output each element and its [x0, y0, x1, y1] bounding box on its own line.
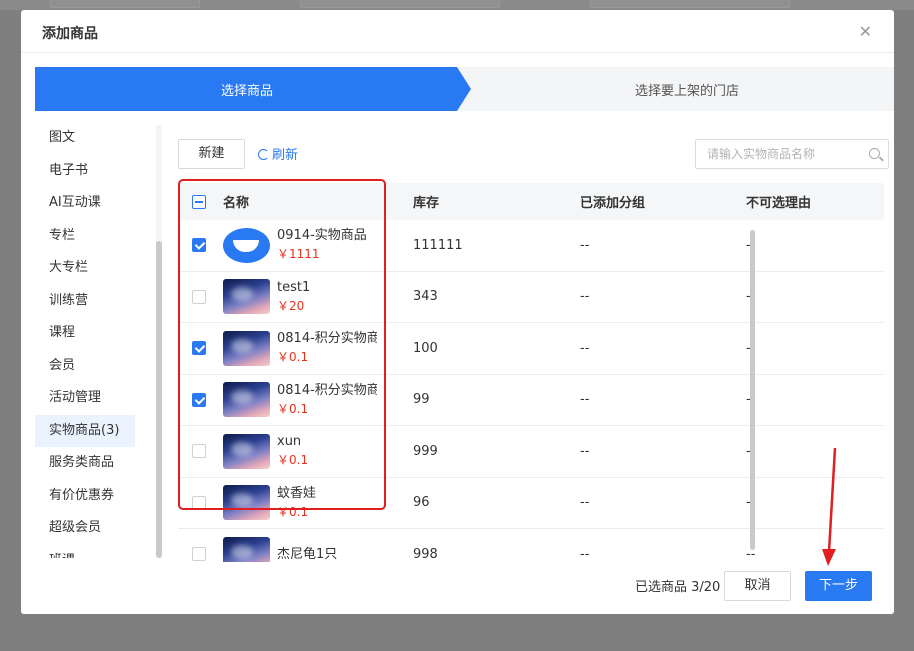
selected-count: 已选商品 3/20 — [635, 580, 721, 595]
dialog-footer: 已选商品 3/20 取消 下一步 — [21, 562, 894, 614]
stock-cell: 999 — [413, 443, 438, 459]
search-input[interactable] — [707, 146, 857, 162]
new-button[interactable]: 新建 — [178, 139, 245, 169]
header-group: 已添加分组 — [580, 196, 646, 211]
step-select-product: 选择商品 — [35, 67, 471, 111]
sidebar-item[interactable]: 班课 — [35, 545, 135, 559]
refresh-icon — [258, 149, 269, 160]
group-cell: -- — [580, 340, 590, 356]
sidebar-item[interactable]: AI互动课 — [35, 187, 135, 220]
step-select-store: 选择要上架的门店 — [635, 84, 740, 99]
group-cell: -- — [580, 546, 590, 562]
stock-cell: 99 — [413, 392, 430, 408]
sidebar-item[interactable]: 有价优惠券 — [35, 480, 135, 513]
sidebar-item[interactable]: 服务类商品 — [35, 447, 135, 480]
group-cell: -- — [580, 495, 590, 511]
sidebar-item[interactable]: 会员 — [35, 350, 135, 383]
refresh-button[interactable]: 刷新 — [258, 144, 298, 163]
category-sidebar: 图文 电子书 AI互动课 专栏 大专栏 训练营 课程 会员 活动管理 实物商品(3) 服务类商品 有价… — [35, 122, 163, 558]
sidebar-item[interactable]: 专栏 — [35, 220, 135, 253]
sidebar-scroll-thumb[interactable] — [156, 241, 162, 558]
sidebar-item[interactable]: 电子书 — [35, 155, 135, 188]
background-field — [50, 0, 200, 8]
background-page — [0, 0, 914, 10]
table-scroll-thumb[interactable] — [750, 230, 755, 550]
row-checkbox[interactable] — [192, 547, 206, 562]
cancel-button[interactable]: 取消 — [724, 571, 791, 601]
group-cell: -- — [580, 392, 590, 408]
sidebar-item[interactable]: 训练营 — [35, 285, 135, 318]
table-scrollbar[interactable] — [750, 230, 755, 550]
product-cell: 杰尼龟1只 — [223, 529, 337, 562]
sidebar-item[interactable]: 实物商品(3) — [35, 414, 135, 447]
group-cell: -- — [580, 443, 590, 459]
next-step-button[interactable]: 下一步 — [805, 571, 872, 601]
add-product-dialog: 添加商品 ✕ 选择商品 选择要上架的门店 图文 电子书 AI互动课 专栏 大专栏 训练营课… — [21, 10, 894, 614]
table-row[interactable]: 杰尼龟1只 998 -- -- — [178, 529, 884, 562]
annotation-highlight-box — [178, 179, 386, 510]
stock-cell: 100 — [413, 340, 438, 356]
sidebar-item[interactable]: 超级会员 — [35, 512, 135, 545]
product-thumbnail — [223, 536, 270, 562]
group-cell: -- — [580, 237, 590, 253]
step-indicator: 选择商品 选择要上架的门店 — [35, 67, 894, 111]
background-field — [300, 0, 500, 8]
header-stock: 库存 — [413, 196, 440, 211]
dialog-title: 添加商品 — [42, 26, 98, 42]
sidebar-item[interactable]: 大专栏 — [35, 252, 135, 285]
sidebar-item[interactable]: 活动管理 — [35, 382, 135, 415]
stock-cell: 96 — [413, 495, 430, 511]
sidebar-scrollbar[interactable] — [156, 125, 162, 558]
product-name: 杰尼龟1只 — [277, 546, 338, 562]
dialog-header: 添加商品 ✕ — [21, 10, 894, 53]
stock-cell: 343 — [413, 289, 438, 305]
sidebar-item[interactable]: 图文 — [35, 122, 135, 155]
close-icon[interactable]: ✕ — [859, 22, 872, 41]
header-reason: 不可选理由 — [746, 196, 812, 211]
search-box — [695, 139, 889, 169]
sidebar-item[interactable]: 课程 — [35, 317, 135, 350]
search-icon[interactable] — [869, 148, 880, 159]
stock-cell: 111111 — [413, 237, 463, 253]
stock-cell: 998 — [413, 546, 438, 562]
background-field — [590, 0, 790, 8]
group-cell: -- — [580, 289, 590, 305]
refresh-label: 刷新 — [272, 148, 299, 163]
